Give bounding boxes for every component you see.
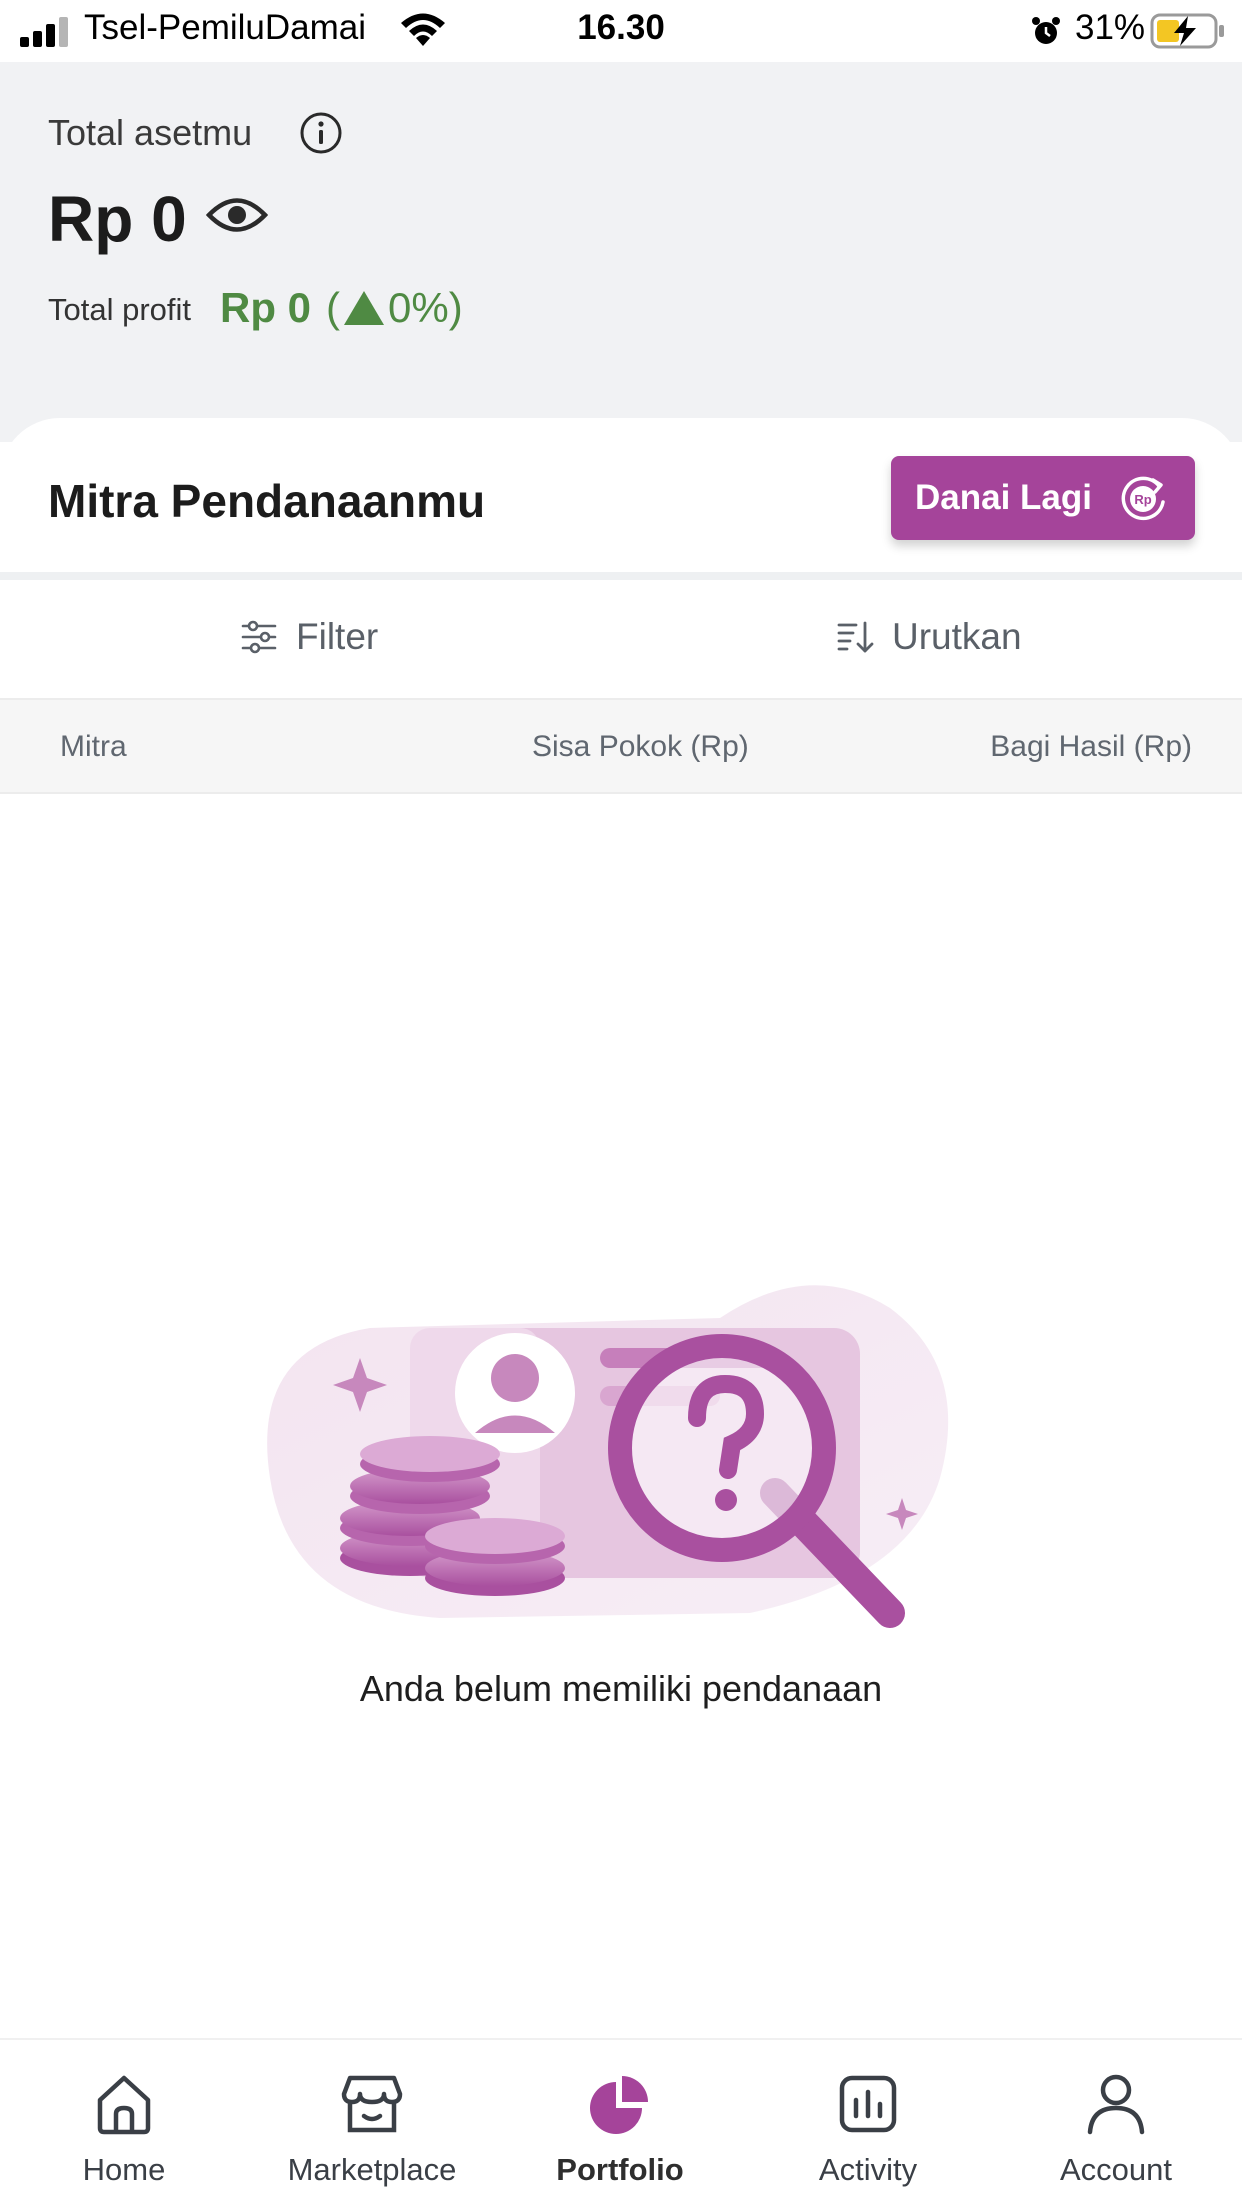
nav-label-home: Home <box>82 2152 166 2187</box>
nav-item-marketplace[interactable]: Marketplace <box>248 2070 496 2188</box>
rp-refresh-icon: Rp <box>1121 476 1165 521</box>
total-profit-value: Rp 0 <box>220 284 312 331</box>
status-bar: Tsel-PemiluDamai 16.30 31% <box>0 0 1242 62</box>
empty-state-message: Anda belum memiliki pendanaan <box>359 1668 883 1709</box>
battery-charging-icon <box>1150 13 1224 49</box>
battery-percent: 31% <box>1075 8 1146 47</box>
nav-label-account: Account <box>1059 2152 1172 2187</box>
total-assets-label: Total asetmu <box>48 112 253 153</box>
fund-again-label: Danai Lagi <box>915 478 1092 517</box>
nav-item-portfolio[interactable]: Portfolio <box>496 2070 744 2188</box>
portfolio-card: Mitra Pendanaanmu Danai Lagi Rp Filter U… <box>0 418 1242 2038</box>
pie-chart-icon <box>590 2076 648 2134</box>
nav-item-home[interactable]: Home <box>0 2070 248 2188</box>
fund-again-button[interactable]: Danai Lagi Rp <box>891 456 1195 540</box>
table-header: Mitra Sisa Pokok (Rp) Bagi Hasil (Rp) <box>0 698 1242 794</box>
eye-icon[interactable] <box>206 192 268 238</box>
info-icon[interactable] <box>298 110 344 156</box>
nav-item-account[interactable]: Account <box>992 2070 1240 2188</box>
empty-search-illustration <box>267 1285 949 1628</box>
store-icon <box>341 2075 403 2133</box>
bottom-navigation: Home Marketplace Portfolio Activity Acco… <box>0 2038 1242 2208</box>
column-header-remaining-principal[interactable]: Sisa Pokok (Rp) <box>532 730 749 764</box>
filter-button[interactable]: Filter <box>240 616 378 658</box>
total-profit-label: Total profit <box>48 292 192 327</box>
nav-label-marketplace: Marketplace <box>287 2152 457 2187</box>
filter-label: Filter <box>296 616 379 657</box>
column-header-profit-share[interactable]: Bagi Hasil (Rp) <box>990 730 1192 764</box>
sort-icon <box>837 621 874 653</box>
triangle-up-icon <box>344 291 384 325</box>
nav-label-activity: Activity <box>818 2152 918 2187</box>
nav-label-portfolio: Portfolio <box>556 2152 684 2187</box>
profit-percentage: ( 0%) <box>326 284 463 332</box>
user-icon <box>1087 2074 1145 2135</box>
sort-button[interactable]: Urutkan <box>836 616 1022 658</box>
section-divider <box>0 572 1242 580</box>
sort-label: Urutkan <box>892 616 1022 657</box>
rp-icon-text: Rp <box>1134 492 1151 507</box>
activity-chart-icon <box>839 2075 897 2133</box>
list-toolbar: Filter Urutkan <box>0 580 1242 698</box>
section-title: Mitra Pendanaanmu <box>48 475 486 527</box>
home-icon <box>97 2075 151 2135</box>
filter-sliders-icon <box>241 620 277 654</box>
alarm-icon <box>1032 17 1060 44</box>
nav-item-activity[interactable]: Activity <box>744 2070 992 2188</box>
profit-pct-open-paren: ( <box>326 284 340 331</box>
total-assets-value: Rp 0 <box>48 183 187 255</box>
profit-pct-value: 0%) <box>388 284 463 331</box>
asset-summary-header: Total asetmu Rp 0 Total profit Rp 0 ( 0%… <box>0 62 1242 442</box>
column-header-mitra[interactable]: Mitra <box>60 730 127 764</box>
